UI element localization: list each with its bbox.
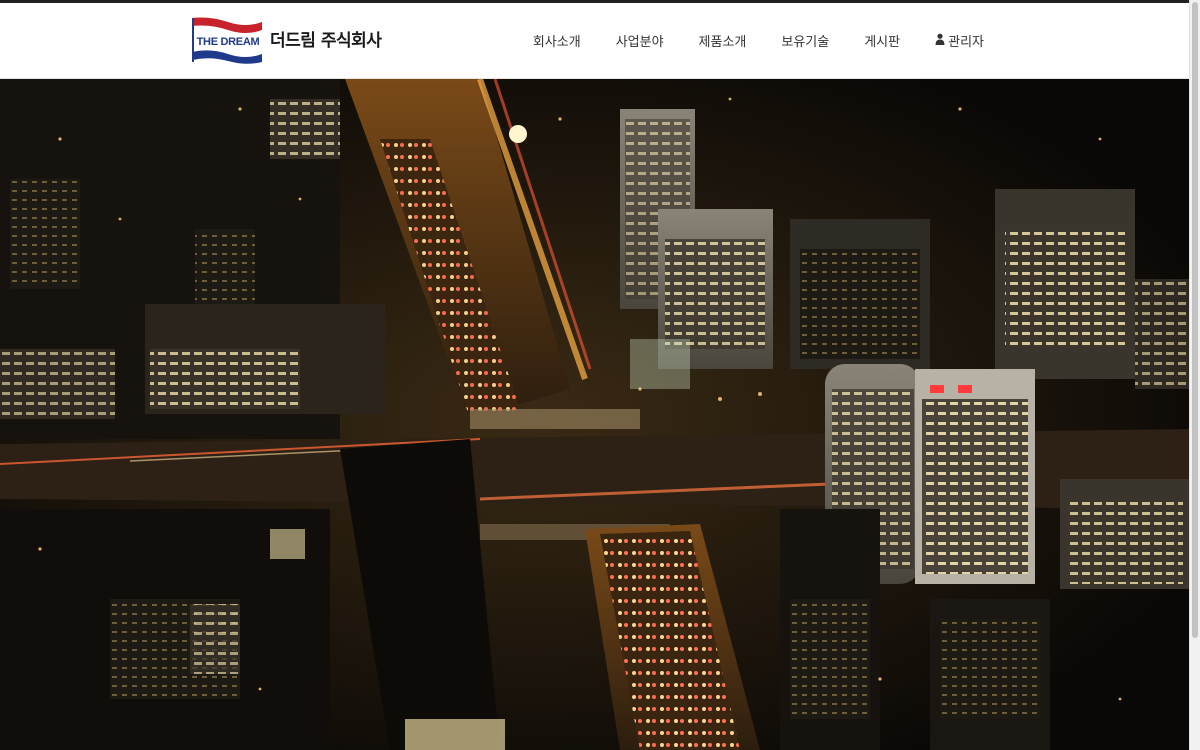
- nav-item-board[interactable]: 게시판: [864, 31, 900, 50]
- main-nav: 회사소개 사업분야 제품소개 보유기술 게시판 관리자: [533, 3, 984, 78]
- nav-item-products[interactable]: 제품소개: [699, 31, 747, 50]
- page: THE DREAM 더드림 주식회사 회사소개 사업분야 제품소개 보유기술 게…: [0, 0, 1200, 750]
- nav-item-admin[interactable]: 관리자: [935, 31, 984, 50]
- nav-item-company[interactable]: 회사소개: [533, 31, 581, 50]
- night-city-aerial-image: [0, 79, 1190, 750]
- company-name: 더드림 주식회사: [270, 30, 382, 51]
- user-icon: [935, 33, 945, 45]
- logo-flag-icon: THE DREAM: [192, 17, 262, 64]
- hero-image: [0, 79, 1190, 750]
- logo-link[interactable]: THE DREAM 더드림 주식회사: [190, 16, 382, 64]
- nav-item-technology[interactable]: 보유기술: [781, 31, 829, 50]
- admin-label: 관리자: [948, 35, 984, 50]
- logo-text: THE DREAM: [197, 36, 260, 48]
- vertical-scrollbar[interactable]: [1189, 0, 1200, 750]
- scrollbar-thumb[interactable]: [1192, 2, 1198, 638]
- nav-item-business[interactable]: 사업분야: [616, 31, 664, 50]
- site-header: THE DREAM 더드림 주식회사 회사소개 사업분야 제품소개 보유기술 게…: [0, 3, 1190, 79]
